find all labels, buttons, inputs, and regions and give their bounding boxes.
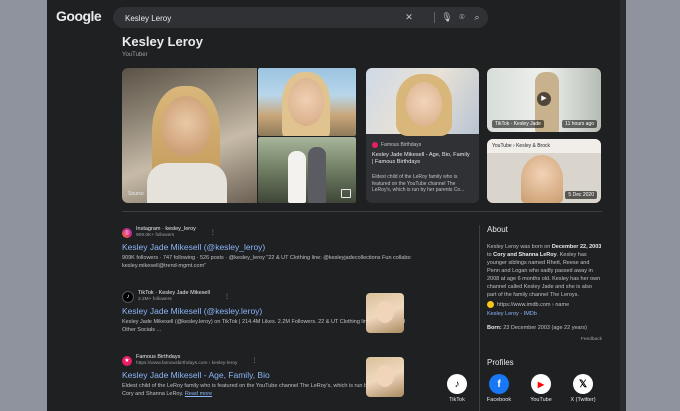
google-logo[interactable]: Google [56,8,102,24]
about-text-part: . Kesley has younger siblings named Rhet… [487,252,601,298]
face-shape [376,365,394,387]
result-source: TikTok · Kesley Jade Mikesell [138,290,210,296]
tiktok-video-card[interactable]: ▶ TikTok · Kesley Jade 11 hours ago [487,68,601,132]
result-description-text: Eldest child of the LeRoy family who is … [122,383,400,397]
profiles-heading: Profiles [487,358,514,367]
famous-birthdays-card[interactable]: Famous Birthdays Kesley Jade Mikesell - … [366,68,479,203]
browser-screen: Google ✕ 🎙 ⌾ ⌕ Kesley Leroy YouTuber Sou… [47,0,620,411]
face-shape [406,82,442,126]
famous-birthdays-icon: ★ [122,355,132,366]
section-divider [122,211,602,212]
profile-label: YouTube [530,397,552,403]
video-source-label: TikTok · Kesley Jade [492,120,544,128]
entity-title: Kesley Leroy [122,34,203,49]
about-parents: Cory and Shanna LeRoy [493,252,557,258]
about-text-part: Kesley Leroy was born on [487,244,552,250]
tiktok-icon: ♪ [122,290,134,303]
read-more-link[interactable]: Read more [185,391,212,397]
about-source[interactable]: https://www.imdb.com › name [487,301,569,308]
search-input[interactable] [123,10,407,27]
profile-youtube[interactable]: ▶ YouTube [521,374,561,403]
card-description: Eldest child of the LeRoy family who is … [372,174,465,193]
profile-x-twitter[interactable]: 𝕏 X (Twitter) [563,374,603,403]
born-value: 23 December 2003 (age 22 years) [503,325,587,331]
result-source: Instagram · kesley_leroy [136,226,196,232]
feedback-link[interactable]: Feedback [581,337,602,342]
more-options-icon[interactable]: ⋮ [210,229,216,236]
car-selfie-image[interactable]: Source [122,68,257,203]
video-age-label: 5 Dec 2020 [565,191,597,199]
video-age-label: 11 hours ago [562,120,597,128]
image-source-label[interactable]: Source [128,191,144,197]
card-source: Famous Birthdays [372,142,421,148]
face-shape [288,78,324,126]
profile-label: Facebook [486,397,512,403]
result-meta: 2.2M+ followers [138,297,172,302]
youtube-icon[interactable]: ▶ [531,374,551,394]
face-shape [162,96,210,156]
born-label: Born: [487,325,502,331]
card-source-label: Famous Birthdays [381,142,422,148]
groom-shape [308,147,326,203]
x-twitter-icon[interactable]: 𝕏 [573,374,593,394]
search-bar[interactable]: ✕ 🎙 ⌾ ⌕ [113,7,488,28]
search-result: ◎ Instagram · kesley_leroy 909.0K+ follo… [122,226,412,270]
facebook-icon[interactable]: f [489,374,509,394]
microphone-icon[interactable]: 🎙 [441,11,453,23]
youtube-video-card[interactable]: YouTube › Kesley & Brock 5 Dec 2020 [487,139,601,203]
window-edge [620,0,626,411]
more-options-icon[interactable]: ⋮ [224,293,230,300]
instagram-icon: ◎ [122,227,132,238]
about-source-url[interactable]: https://www.imdb.com › name [497,302,569,308]
born-fact: Born: 23 December 2003 (age 22 years) [487,325,587,331]
profile-facebook[interactable]: f Facebook [479,374,519,403]
face-shape [376,301,394,323]
result-title-link[interactable]: Kesley Jade Mikesell (@kesley_leroy) [122,242,412,252]
about-birthdate: December 22, 2003 [551,244,602,250]
profile-label: TikTok [449,397,465,403]
about-panel: About Kesley Leroy was born on December … [487,225,602,342]
profile-label: X (Twitter) [570,397,596,403]
result-url: https://www.famousbirthdays.com › kesley… [136,361,238,366]
famous-birthdays-icon [372,142,378,148]
search-icon[interactable]: ⌕ [471,11,483,23]
clear-icon[interactable]: ✕ [403,11,415,23]
card-thumbnail [366,68,479,136]
result-meta: 909.0K+ followers [136,233,175,238]
play-icon[interactable]: ▶ [537,92,551,106]
entity-subtitle: YouTuber [122,52,148,58]
gallery-icon[interactable] [341,189,351,198]
about-text: Kesley Leroy was born on December 22, 20… [487,243,602,299]
face-shape [521,155,563,203]
about-source-link[interactable]: Kesley Leroy - IMDb [487,311,537,317]
wedding-photo-image[interactable] [258,137,356,203]
bride-shape [288,151,306,203]
search-divider [434,12,435,23]
more-options-icon[interactable]: ⋮ [251,357,257,364]
result-thumbnail[interactable] [366,357,404,397]
shirt-shape [147,163,227,203]
tiktok-icon[interactable]: ♪ [447,374,467,394]
video-source-label: YouTube › Kesley & Brock [492,143,550,149]
result-thumbnail[interactable] [366,293,404,333]
beach-photo-image[interactable] [258,68,356,136]
profile-tiktok[interactable]: ♪ TikTok [437,374,477,403]
about-heading: About [487,225,508,234]
result-source: Famous Birthdays [136,354,181,360]
lens-icon[interactable]: ⌾ [456,11,468,23]
card-title[interactable]: Kesley Jade Mikesell - Age, Bio, Family … [372,152,472,166]
imdb-icon [487,301,494,308]
result-description: 909K followers · 747 following · 526 pos… [122,255,412,269]
